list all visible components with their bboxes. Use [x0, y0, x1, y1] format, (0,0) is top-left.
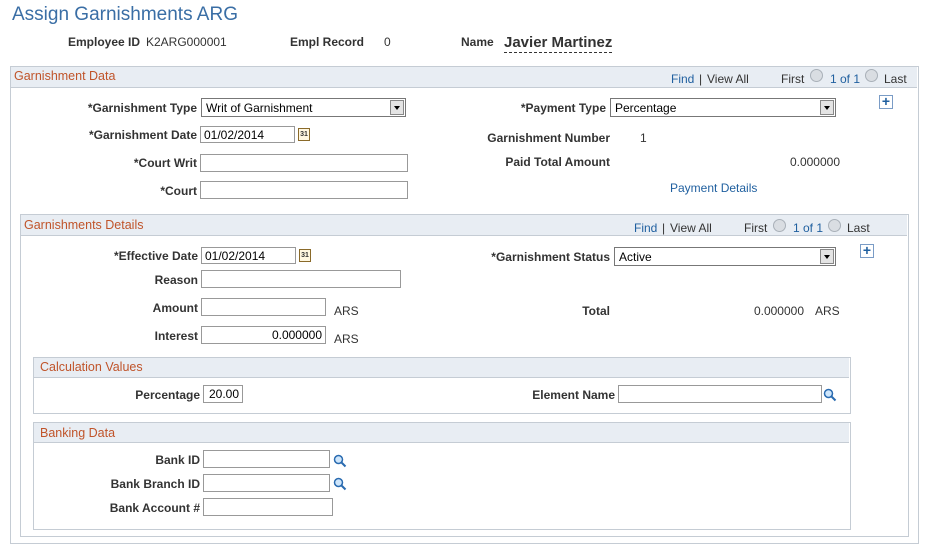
details-next-arrow-icon[interactable]: [828, 219, 841, 232]
previous-arrow-icon[interactable]: [810, 69, 823, 82]
magnifier-icon[interactable]: [333, 454, 347, 468]
payment-type-value: Percentage: [615, 101, 677, 115]
amount-label: Amount: [152, 301, 198, 315]
bank-id-label: Bank ID: [155, 453, 200, 467]
bank-account-label: Bank Account #: [109, 501, 200, 515]
magnifier-icon[interactable]: [333, 477, 347, 491]
amount-field[interactable]: [201, 298, 326, 316]
details-first-label: First: [744, 221, 768, 235]
chevron-down-icon[interactable]: [820, 249, 834, 264]
element-name-label: Element Name: [532, 388, 615, 402]
interest-label: Interest: [154, 329, 198, 343]
find-link[interactable]: Find: [671, 72, 694, 86]
garnishment-status-select[interactable]: Active: [614, 247, 836, 266]
court-label: *Court: [160, 184, 197, 198]
calculation-values-title: Calculation Values: [40, 360, 143, 374]
garnishment-date-field[interactable]: 01/02/2014: [200, 126, 295, 143]
garnishment-number-value: 1: [640, 131, 647, 145]
garnishment-details-title: Garnishments Details: [24, 218, 144, 232]
effective-date-field[interactable]: 01/02/2014: [201, 247, 296, 264]
court-writ-label: *Court Writ: [133, 156, 197, 170]
details-find-link[interactable]: Find: [634, 221, 657, 235]
empl-record-label: Empl Record: [290, 35, 365, 49]
bank-branch-id-label: Bank Branch ID: [110, 477, 200, 491]
garnishment-status-label: *Garnishment Status: [491, 250, 610, 264]
employee-id-value: K2ARG000001: [146, 35, 227, 49]
empl-record-value: 0: [384, 35, 391, 49]
bank-branch-id-field[interactable]: [203, 474, 330, 492]
court-writ-field[interactable]: [200, 154, 408, 172]
payment-type-label: *Payment Type: [520, 101, 606, 115]
paid-total-label: Paid Total Amount: [505, 155, 610, 169]
garnishment-type-label: *Garnishment Type: [87, 101, 197, 115]
garnishment-number-label: Garnishment Number: [487, 131, 610, 145]
view-all-link[interactable]: View All: [707, 72, 749, 86]
calendar-icon[interactable]: 31: [299, 249, 311, 262]
garnishment-date-label: *Garnishment Date: [88, 128, 197, 142]
payment-type-select[interactable]: Percentage: [610, 98, 836, 117]
garnishment-status-value: Active: [619, 250, 652, 264]
court-field[interactable]: [200, 181, 408, 199]
interest-currency: ARS: [334, 332, 359, 346]
calculation-values-header: [34, 358, 849, 378]
employee-id-label: Employee ID: [68, 35, 141, 49]
total-value: 0.000000: [753, 304, 804, 318]
payment-details-link[interactable]: Payment Details: [670, 181, 757, 195]
nav-separator: |: [699, 72, 703, 86]
garnishment-type-select[interactable]: Writ of Garnishment: [201, 98, 406, 117]
details-last-label: Last: [847, 221, 870, 235]
last-label: Last: [884, 72, 907, 86]
add-row-plus-icon[interactable]: +: [879, 94, 893, 109]
calendar-icon[interactable]: 31: [298, 128, 310, 141]
details-nav-separator: |: [662, 221, 666, 235]
percentage-field[interactable]: 20.00: [203, 385, 243, 403]
employee-name: Javier Martinez: [504, 34, 613, 53]
effective-date-label: *Effective Date: [113, 249, 198, 263]
total-currency: ARS: [815, 304, 840, 318]
page-title: Assign Garnishments ARG: [12, 4, 238, 25]
next-arrow-icon[interactable]: [865, 69, 878, 82]
garnishment-type-value: Writ of Garnishment: [206, 101, 313, 115]
chevron-down-icon[interactable]: [820, 100, 834, 115]
row-count: 1 of 1: [830, 72, 861, 86]
total-label: Total: [582, 304, 610, 318]
details-row-count: 1 of 1: [793, 221, 824, 235]
banking-data-header: [34, 423, 849, 443]
bank-id-field[interactable]: [203, 450, 330, 468]
details-previous-arrow-icon[interactable]: [773, 219, 786, 232]
garnishment-data-title: Garnishment Data: [14, 69, 116, 83]
reason-label: Reason: [154, 273, 198, 287]
percentage-label: Percentage: [135, 388, 200, 402]
details-add-row-plus-icon[interactable]: +: [860, 243, 874, 258]
banking-data-title: Banking Data: [40, 426, 116, 440]
chevron-down-icon[interactable]: [390, 100, 404, 115]
element-name-field[interactable]: [618, 385, 822, 403]
interest-field[interactable]: 0.000000: [201, 326, 326, 344]
name-label: Name: [461, 35, 494, 49]
reason-field[interactable]: [201, 270, 401, 288]
magnifier-icon[interactable]: [823, 388, 837, 402]
paid-total-value: 0.000000: [789, 155, 840, 169]
bank-account-field[interactable]: [203, 498, 333, 516]
amount-currency: ARS: [334, 304, 359, 318]
details-view-all-link[interactable]: View All: [670, 221, 712, 235]
first-label: First: [781, 72, 805, 86]
